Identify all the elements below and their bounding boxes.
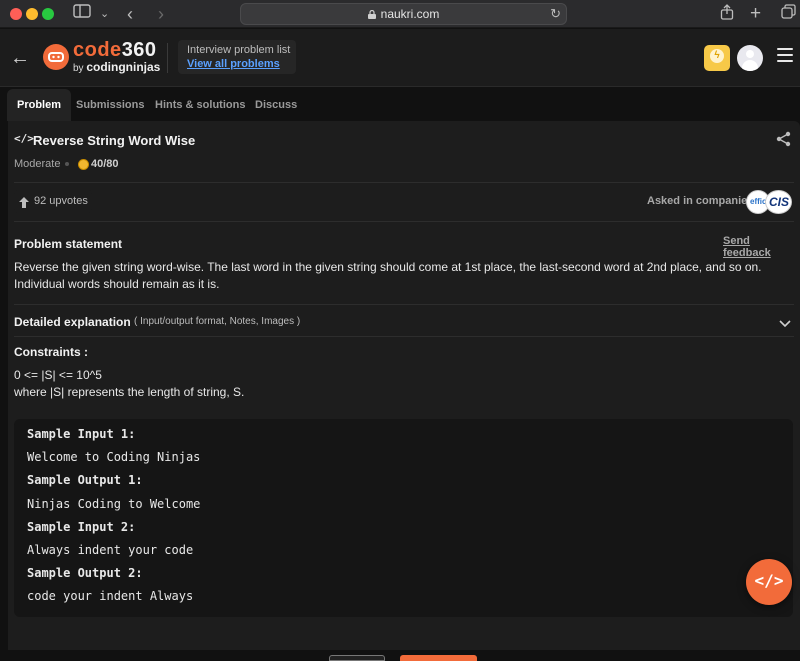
sidebar-icon[interactable]	[73, 4, 91, 24]
sample-io-box: Sample Input 1: Welcome to Coding Ninjas…	[14, 419, 793, 617]
sample-input-1-value: Welcome to Coding Ninjas	[27, 450, 201, 464]
share-problem-icon[interactable]	[776, 131, 791, 152]
lock-icon	[367, 8, 376, 19]
tab-discuss[interactable]: Discuss	[255, 89, 297, 121]
hamburger-menu-icon[interactable]	[777, 48, 793, 64]
header-divider	[167, 43, 168, 73]
open-code-editor-button[interactable]: </>	[746, 559, 792, 605]
browser-toolbar: ⌄ ‹ › naukri.com ↻ +	[0, 0, 800, 28]
close-window-button[interactable]	[10, 8, 22, 20]
sample-output-2-label: Sample Output 2:	[27, 566, 143, 580]
divider	[14, 221, 794, 222]
upvote-button[interactable]: 92 upvotes	[14, 190, 92, 213]
upvote-arrow-icon	[19, 195, 29, 213]
address-text: naukri.com	[380, 7, 440, 21]
dot-separator	[65, 162, 69, 166]
upvote-count: 92 upvotes	[34, 195, 88, 207]
sample-input-2-value: Always indent your code	[27, 543, 194, 557]
address-bar[interactable]: naukri.com ↻	[240, 3, 567, 25]
coin-icon	[78, 159, 89, 170]
logo-by: by	[73, 63, 84, 74]
problem-list-title: Interview problem list	[187, 44, 291, 56]
detailed-explanation-subtitle: ( Input/output format, Notes, Images )	[134, 316, 301, 327]
score-value: 40/80	[91, 158, 119, 170]
plus-icon[interactable]: +	[750, 4, 761, 24]
chevron-down-icon[interactable]	[779, 315, 791, 333]
constraint-line-2: where |S| represents the length of strin…	[14, 385, 245, 399]
view-all-problems-link[interactable]: View all problems	[187, 58, 280, 70]
tabs-icon[interactable]	[781, 4, 796, 24]
sample-output-1-value: Ninjas Coding to Welcome	[27, 497, 201, 511]
problem-title: Reverse String Word Wise	[33, 133, 196, 148]
constraints-heading: Constraints :	[14, 345, 89, 359]
minimize-window-button[interactable]	[26, 8, 38, 20]
asked-in-companies-label: Asked in companies	[647, 195, 754, 207]
divider	[14, 182, 794, 183]
bottom-button-primary[interactable]	[400, 655, 477, 661]
company-logo-cis[interactable]: CIS	[765, 190, 792, 214]
divider	[14, 336, 794, 337]
sample-output-1-label: Sample Output 1:	[27, 473, 143, 487]
logo-num: 360	[121, 39, 157, 61]
logo-brand: codingninjas	[86, 60, 161, 74]
lightning-icon: ϟ	[710, 49, 724, 63]
back-icon[interactable]: ‹	[127, 4, 133, 24]
streak-button[interactable]: ϟ	[704, 45, 730, 71]
maximize-window-button[interactable]	[42, 8, 54, 20]
reload-icon[interactable]: ↻	[550, 6, 561, 22]
problem-statement-heading: Problem statement	[14, 237, 123, 251]
statement-text-line-2: Individual words should remain as it is.	[14, 277, 220, 291]
code-icon: </>	[14, 132, 34, 145]
send-feedback-link[interactable]: Send feedback	[723, 235, 800, 259]
sample-input-2-label: Sample Input 2:	[27, 520, 136, 534]
logo-text[interactable]: code360	[73, 39, 157, 62]
tab-submissions[interactable]: Submissions	[76, 89, 144, 121]
constraint-line-1: 0 <= |S| <= 10^5	[14, 368, 102, 382]
chevron-down-icon[interactable]: ⌄	[100, 4, 109, 24]
divider	[14, 304, 794, 305]
bottom-button-secondary[interactable]	[329, 655, 385, 661]
logo-icon[interactable]	[43, 44, 69, 70]
detailed-explanation-heading[interactable]: Detailed explanation	[14, 315, 131, 329]
difficulty-label: Moderate	[14, 158, 61, 170]
problem-tabs: Problem Submissions Hints & solutions Di…	[0, 87, 800, 121]
sample-input-1-label: Sample Input 1:	[27, 427, 136, 441]
statement-text-line-1: Reverse the given string word-wise. The …	[14, 260, 762, 274]
avatar[interactable]	[737, 45, 763, 71]
app-header: ← code360 by codingninjas Interview prob…	[0, 29, 800, 87]
sample-output-2-value: code your indent Always	[27, 589, 194, 603]
code-icon: </>	[754, 571, 784, 590]
back-arrow-icon[interactable]: ←	[10, 47, 30, 70]
logo-main: code	[73, 39, 122, 61]
problem-panel: </> Reverse String Word Wise Moderate 40…	[8, 121, 800, 658]
tab-hints-solutions[interactable]: Hints & solutions	[155, 89, 245, 121]
forward-icon[interactable]: ›	[158, 4, 164, 24]
logo-subtitle: by codingninjas	[73, 60, 160, 74]
problem-list-box: Interview problem list View all problems	[178, 40, 296, 74]
tab-problem[interactable]: Problem	[7, 89, 72, 121]
share-icon[interactable]	[720, 4, 734, 24]
